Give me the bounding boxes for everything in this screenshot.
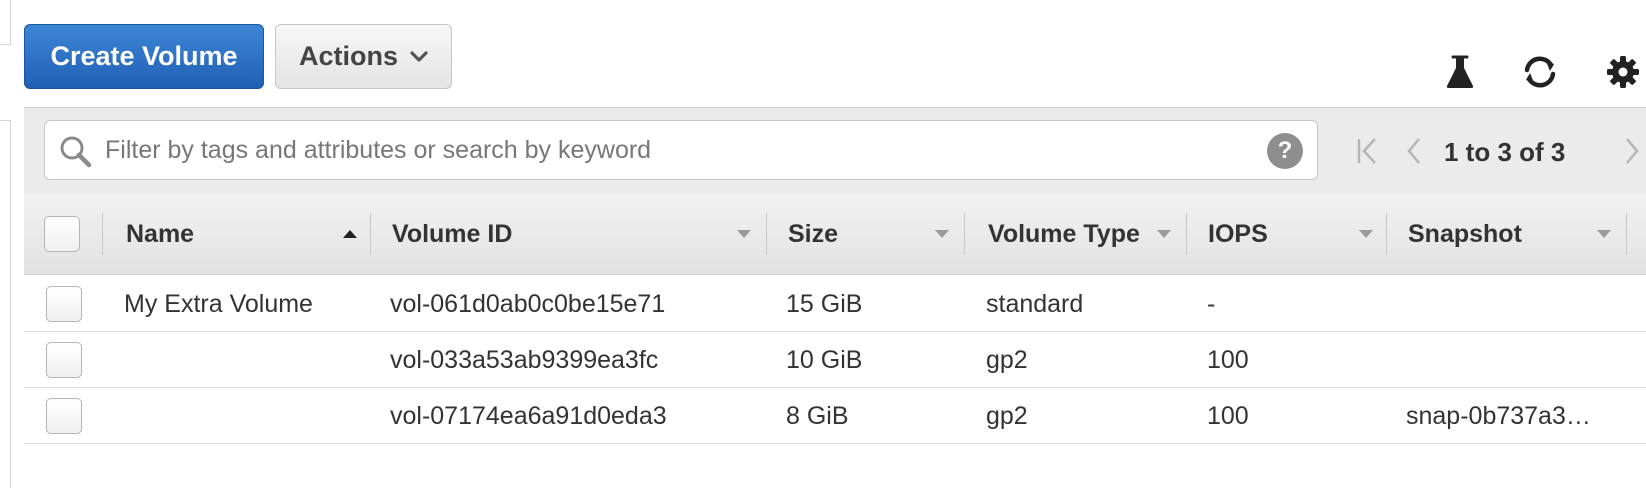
column-divider xyxy=(102,213,103,255)
column-divider xyxy=(964,213,965,255)
create-volume-button[interactable]: Create Volume xyxy=(24,24,264,89)
column-divider xyxy=(1626,213,1627,255)
cell-volume-id: vol-07174ea6a91d0eda3 xyxy=(390,402,667,430)
cell-iops: - xyxy=(1207,290,1216,318)
row-checkbox[interactable] xyxy=(46,398,82,434)
column-header-name[interactable]: Name xyxy=(126,193,194,275)
column-header-size[interactable]: Size xyxy=(788,193,838,275)
column-divider xyxy=(1386,213,1387,255)
cell-volume-type: gp2 xyxy=(986,346,1028,374)
cell-snapshot: snap-0b737a3… xyxy=(1406,402,1591,430)
first-page-icon[interactable] xyxy=(1352,134,1384,168)
table-row[interactable]: vol-07174ea6a91d0eda3 8 GiB gp2 100 snap… xyxy=(24,388,1646,444)
sort-ascending-icon[interactable] xyxy=(342,193,358,275)
cell-snapshot xyxy=(1406,332,1606,388)
select-all-checkbox[interactable] xyxy=(44,216,80,252)
cell-name: My Extra Volume xyxy=(124,290,313,318)
rail-divider xyxy=(10,0,11,44)
row-checkbox[interactable] xyxy=(46,286,82,322)
gear-icon[interactable] xyxy=(1603,52,1643,92)
refresh-icon[interactable] xyxy=(1520,52,1560,92)
search-input[interactable] xyxy=(103,129,1253,171)
rail-divider xyxy=(10,120,11,488)
rail-divider xyxy=(0,44,11,45)
flask-icon[interactable] xyxy=(1440,52,1480,92)
cell-snapshot xyxy=(1406,276,1606,332)
sort-caret-icon[interactable] xyxy=(736,193,752,275)
cell-volume-type: standard xyxy=(986,290,1084,318)
row-checkbox[interactable] xyxy=(46,342,82,378)
help-icon[interactable]: ? xyxy=(1267,133,1303,169)
column-divider xyxy=(766,213,767,255)
table-row[interactable]: vol-033a53ab9399ea3fc 10 GiB gp2 100 xyxy=(24,332,1646,388)
sort-caret-icon[interactable] xyxy=(1596,193,1612,275)
sort-caret-icon[interactable] xyxy=(934,193,950,275)
sort-caret-icon[interactable] xyxy=(1156,193,1172,275)
column-header-volume-id[interactable]: Volume ID xyxy=(392,193,512,275)
cell-volume-id: vol-061d0ab0c0be15e71 xyxy=(390,290,666,318)
filter-bar: ? 1 to 3 of 3 xyxy=(24,107,1646,193)
column-header-volume-type[interactable]: Volume Type xyxy=(988,193,1140,275)
cell-iops: 100 xyxy=(1207,402,1249,430)
cell-volume-type: gp2 xyxy=(986,402,1028,430)
cell-iops: 100 xyxy=(1207,346,1249,374)
cell-size: 10 GiB xyxy=(786,346,863,374)
cell-name xyxy=(124,332,374,388)
chevron-down-icon xyxy=(410,50,428,63)
column-header-snapshot[interactable]: Snapshot xyxy=(1408,193,1522,275)
left-rail xyxy=(0,0,12,488)
sort-caret-icon[interactable] xyxy=(1358,193,1374,275)
search-box[interactable]: ? xyxy=(44,120,1318,180)
table-header: Name Volume ID Size Volume Type IOPS Sna… xyxy=(24,193,1646,275)
search-icon xyxy=(60,136,92,168)
cell-name xyxy=(124,388,374,444)
column-header-iops[interactable]: IOPS xyxy=(1208,193,1268,275)
actions-label: Actions xyxy=(298,41,398,71)
table-row[interactable]: My Extra Volume vol-061d0ab0c0be15e71 15… xyxy=(24,276,1646,332)
column-divider xyxy=(370,213,371,255)
actions-dropdown-button[interactable]: Actions xyxy=(275,24,452,89)
previous-page-icon[interactable] xyxy=(1398,134,1430,168)
cell-size: 8 GiB xyxy=(786,402,849,430)
pagination-text: 1 to 3 of 3 xyxy=(1444,137,1566,167)
cell-volume-id: vol-033a53ab9399ea3fc xyxy=(390,346,659,374)
create-volume-label: Create Volume xyxy=(50,41,238,71)
cell-size: 15 GiB xyxy=(786,290,863,318)
next-page-icon[interactable] xyxy=(1616,134,1646,168)
column-divider xyxy=(1186,213,1187,255)
